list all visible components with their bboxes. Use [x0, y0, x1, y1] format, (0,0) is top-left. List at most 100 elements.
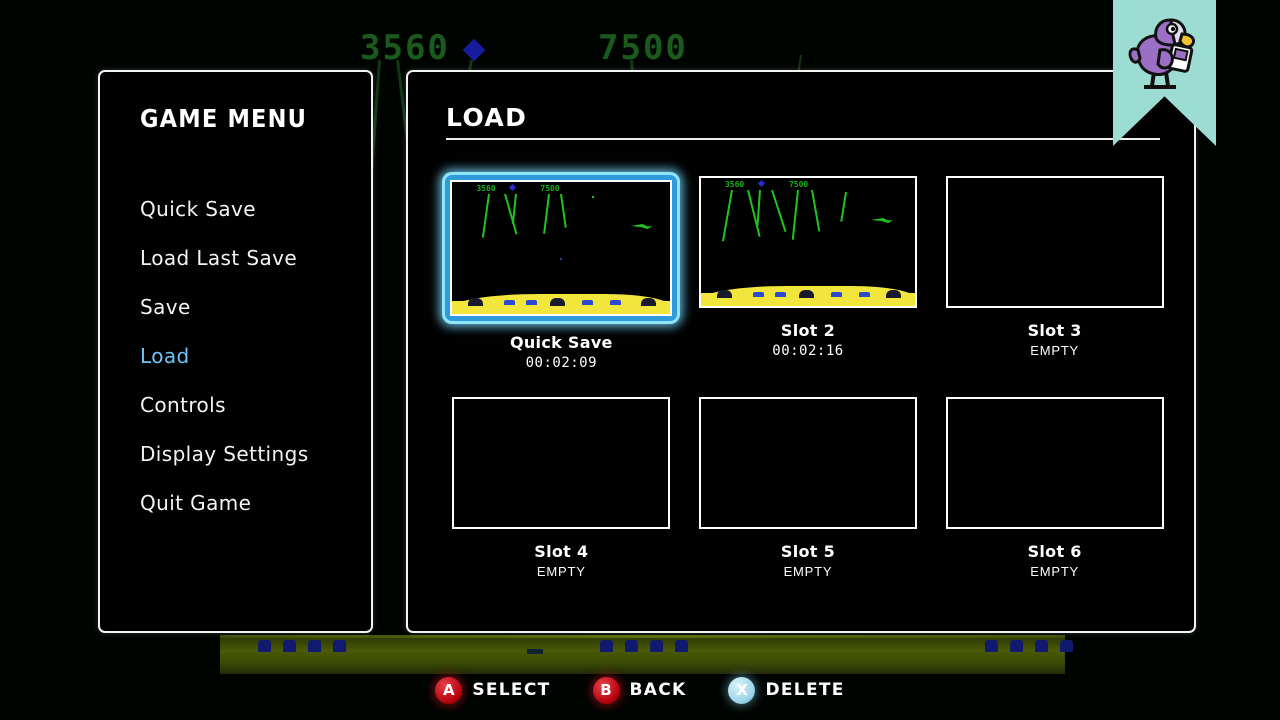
background-city: [258, 640, 271, 652]
background-city: [333, 640, 346, 652]
thumb-dot: [560, 258, 563, 260]
thumb-cursor-diamond: [757, 179, 766, 188]
menu-item-load-last-save[interactable]: Load Last Save: [140, 234, 350, 283]
dodo-bird-icon: [1128, 18, 1195, 89]
background-city: [675, 640, 688, 652]
slot-status: EMPTY: [1030, 343, 1080, 358]
game-menu-panel: GAME MENU Quick Save Load Last Save Save…: [98, 70, 373, 633]
slot-name: Slot 5: [780, 542, 836, 561]
slot-name: Slot 3: [1027, 321, 1082, 340]
menu-item-save[interactable]: Save: [140, 283, 350, 332]
background-city-small: [527, 649, 543, 654]
slot-thumbnail-frame-selected: 3560 7500: [442, 172, 681, 324]
background-city: [308, 640, 321, 652]
menu-item-quit-game[interactable]: Quit Game: [140, 479, 350, 528]
slot-thumbnail-empty: [945, 397, 1164, 529]
thumb-jet: [870, 218, 893, 223]
background-cursor-diamond: [462, 38, 486, 62]
menu-item-load[interactable]: Load: [140, 332, 350, 381]
hint-back[interactable]: B BACK: [592, 676, 687, 704]
thumb-city: [830, 292, 842, 297]
thumb-turret: [798, 290, 814, 298]
thumb-score-left: 3560: [724, 180, 745, 189]
thumb-turret: [716, 290, 732, 298]
slot-status: EMPTY: [536, 564, 586, 579]
thumb-city: [858, 292, 870, 297]
thumb-turret: [468, 298, 484, 306]
thumb-city: [526, 300, 538, 305]
load-panel: LOAD 3560 7500 Quick Save 00:02:09 3560 …: [406, 70, 1196, 633]
game-menu-title: GAME MENU: [140, 104, 308, 133]
slot-status: EMPTY: [783, 564, 833, 579]
save-slot-2[interactable]: 3560 7500 Slot 2 00:02:16: [686, 172, 930, 371]
section-title-load: LOAD: [446, 103, 528, 132]
thumb-city: [504, 300, 516, 305]
thumb-score-left: 3560: [476, 184, 496, 193]
slot-thumbnail-image: 3560 7500: [450, 180, 673, 316]
save-slot-6[interactable]: Slot 6 EMPTY: [933, 393, 1177, 579]
thumb-jet: [630, 224, 653, 229]
thumb-city: [610, 300, 622, 305]
save-slot-quick-save[interactable]: 3560 7500 Quick Save 00:02:09: [439, 172, 683, 371]
slot-playtime: 00:02:16: [772, 343, 844, 359]
thumb-missile-trail: [810, 189, 821, 232]
menu-item-controls[interactable]: Controls: [140, 381, 350, 430]
slot-status: EMPTY: [1030, 564, 1080, 579]
background-score-right: 7500: [598, 28, 688, 68]
thumb-cursor-diamond: [509, 183, 517, 192]
save-slot-3[interactable]: Slot 3 EMPTY: [933, 172, 1177, 371]
thumb-city: [752, 292, 764, 297]
thumb-missile-trail: [482, 193, 491, 238]
hint-delete[interactable]: X DELETE: [728, 676, 845, 704]
menu-item-quick-save[interactable]: Quick Save: [140, 185, 350, 234]
slot-thumbnail-frame: [448, 393, 674, 533]
background-city: [283, 640, 296, 652]
thumb-turret: [641, 298, 657, 306]
button-hints-bar: A SELECT B BACK X DELETE: [0, 670, 1280, 710]
hint-select[interactable]: A SELECT: [435, 676, 551, 704]
background-city: [600, 640, 613, 652]
thumb-spark: [592, 196, 595, 198]
thumb-city: [774, 292, 786, 297]
thumb-city: [582, 300, 594, 305]
hint-label-delete: DELETE: [765, 680, 845, 700]
thumb-missile-trail: [560, 193, 568, 228]
slot-thumbnail-image: 3560 7500: [698, 176, 917, 308]
background-city: [1035, 640, 1048, 652]
save-slot-grid: 3560 7500 Quick Save 00:02:09 3560 7500 …: [438, 172, 1178, 579]
thumb-missile-trail: [512, 193, 518, 224]
slot-thumbnail-empty: [698, 397, 917, 529]
thumb-turret: [885, 290, 901, 298]
slot-thumbnail-empty: [452, 397, 671, 529]
slot-thumbnail-frame: [942, 172, 1168, 312]
slot-name: Quick Save: [509, 333, 613, 352]
background-city: [650, 640, 663, 652]
button-b-icon: B: [592, 676, 620, 704]
background-city: [1060, 640, 1073, 652]
slot-thumbnail-empty: [945, 176, 1164, 308]
thumb-turret: [550, 298, 566, 306]
thumb-missile-trail: [721, 189, 733, 242]
slot-name: Slot 6: [1027, 542, 1082, 561]
thumb-missile-trail: [840, 191, 847, 222]
slot-name: Slot 4: [534, 542, 589, 561]
slot-thumbnail-frame: 3560 7500: [695, 172, 921, 312]
button-a-icon: A: [435, 676, 463, 704]
thumb-missile-trail: [771, 189, 787, 233]
background-city: [625, 640, 638, 652]
save-slot-5[interactable]: Slot 5 EMPTY: [686, 393, 930, 579]
slot-playtime: 00:02:09: [525, 355, 598, 371]
slot-thumbnail-frame: [942, 393, 1168, 533]
slot-thumbnail-frame: [695, 393, 921, 533]
thumb-missile-trail: [543, 193, 551, 234]
thumb-missile-trail: [791, 189, 799, 240]
save-slot-4[interactable]: Slot 4 EMPTY: [439, 393, 683, 579]
background-city: [1010, 640, 1023, 652]
game-menu-list: Quick Save Load Last Save Save Load Cont…: [140, 185, 350, 528]
button-x-icon: X: [728, 676, 756, 704]
thumb-score-right: 7500: [540, 184, 560, 193]
menu-item-display-settings[interactable]: Display Settings: [140, 430, 350, 479]
hint-label-select: SELECT: [472, 680, 551, 700]
thumb-missile-trail: [756, 189, 761, 226]
background-city: [985, 640, 998, 652]
